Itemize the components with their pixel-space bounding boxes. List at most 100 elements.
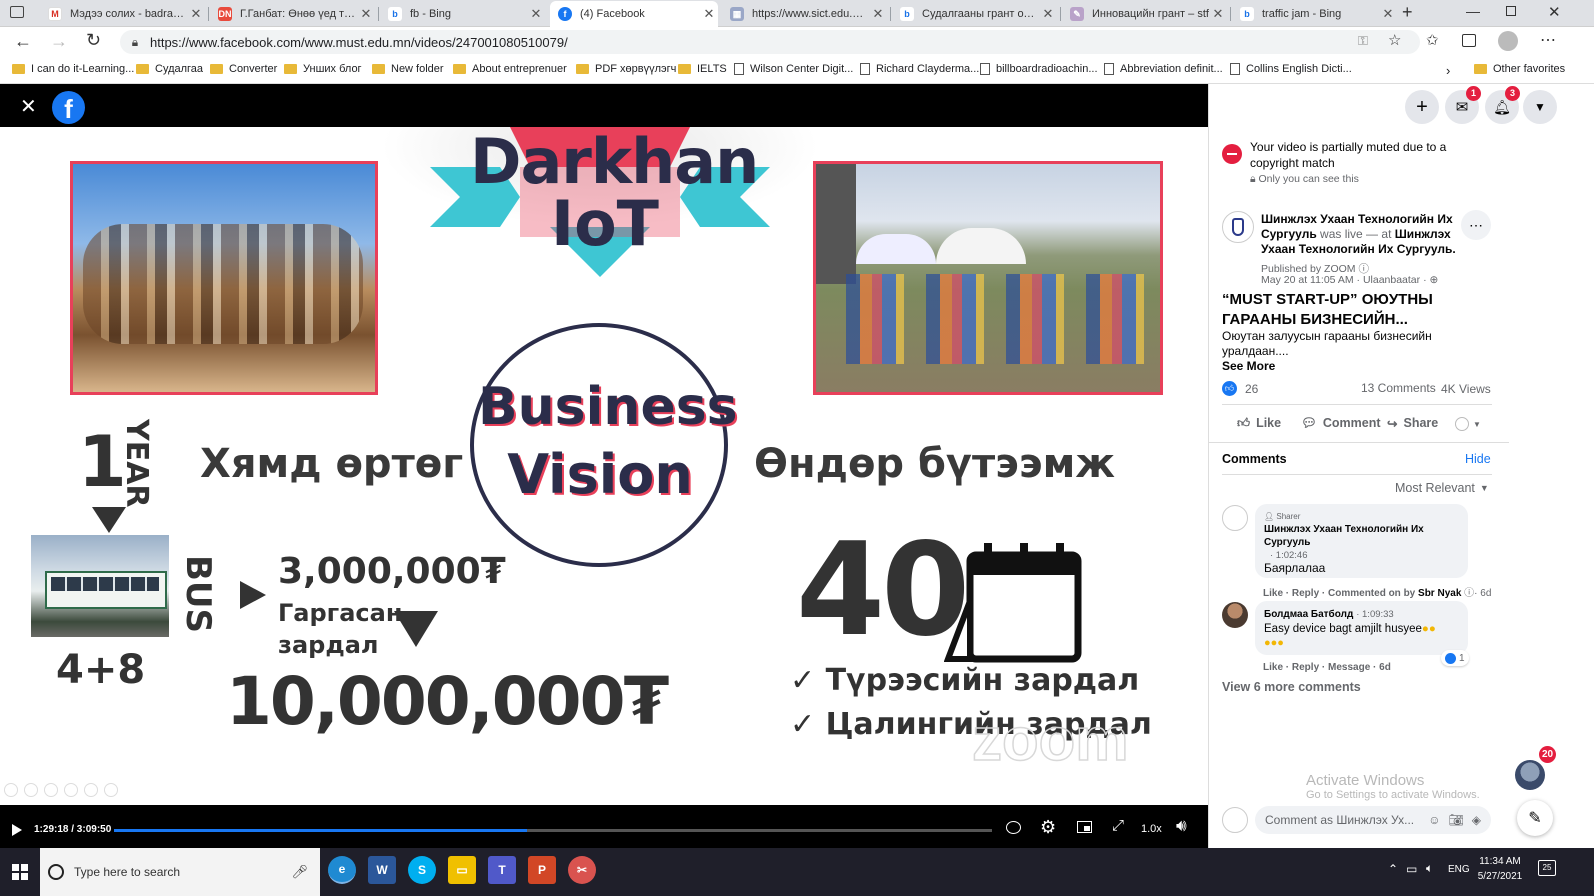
taskbar-search-box[interactable]: Type here to search 🎤︎ xyxy=(40,848,320,896)
fullscreen-icon[interactable]: ⤢ xyxy=(1112,817,1124,834)
tab-gmail[interactable]: M Мэдээ солих - badrakh@ ✕ xyxy=(40,2,205,26)
comment-count[interactable]: 13 Comments xyxy=(1361,381,1436,395)
bookmark-1[interactable]: Судалгаа xyxy=(136,63,203,75)
close-tab-icon[interactable]: ✕ xyxy=(700,6,718,22)
tab-facebook[interactable]: f (4) Facebook ✕ xyxy=(550,1,718,27)
tab-grant[interactable]: b Судалгааны грант олгох ✕ xyxy=(892,2,1057,26)
post-date[interactable]: May 20 at 11:05 AM · Ulaanbaatar · ⊕ xyxy=(1261,274,1438,286)
other-favorites[interactable]: Other favorites xyxy=(1474,63,1565,75)
comment-author[interactable]: Шинжлэх Ухаан Технологийн Их xyxy=(1264,523,1459,536)
bookmark-0[interactable]: I can do it-Learning... xyxy=(12,63,134,75)
captions-icon[interactable] xyxy=(1006,821,1021,834)
comment-actions[interactable]: Like · Reply · Commented on by Sbr Nyak … xyxy=(1263,584,1491,599)
microphone-icon[interactable]: 🎤︎ xyxy=(291,864,308,880)
post-options-icon[interactable]: ⋯ xyxy=(1461,210,1491,240)
close-window-button[interactable]: ✕ xyxy=(1548,3,1561,21)
chevron-right-icon[interactable]: › xyxy=(1446,63,1450,78)
edge-taskbar-icon[interactable]: e xyxy=(328,856,356,884)
play-icon[interactable] xyxy=(12,824,22,836)
share-button[interactable]: ↪ Share xyxy=(1387,416,1438,431)
comment-composer-avatar[interactable] xyxy=(1222,807,1248,833)
new-tab-button[interactable]: + xyxy=(1402,2,1413,23)
commenter-avatar[interactable] xyxy=(1222,505,1248,531)
camera-icon[interactable]: 📷︎ xyxy=(1449,813,1464,827)
share-as-selector[interactable]: ▼ xyxy=(1455,414,1491,434)
url-field[interactable]: 🔒︎ https://www.facebook.com/www.must.edu… xyxy=(120,30,1420,54)
bookmark-7[interactable]: IELTS xyxy=(678,63,727,75)
input-language[interactable]: ENG xyxy=(1448,864,1470,875)
maximize-button[interactable] xyxy=(1506,6,1516,16)
back-icon[interactable]: ← xyxy=(14,31,32,52)
comment-reaction-count[interactable]: 1 xyxy=(1441,650,1469,666)
bookmark-10[interactable]: billboardradioachin... xyxy=(980,63,1098,75)
clock[interactable]: 11:34 AM 5/27/2021 xyxy=(1474,854,1526,884)
bookmark-4[interactable]: New folder xyxy=(372,63,444,75)
facebook-logo[interactable]: f xyxy=(52,91,85,124)
forward-icon[interactable]: → xyxy=(50,31,68,52)
collections-icon[interactable] xyxy=(1462,34,1476,47)
network-icon[interactable]: ▭ xyxy=(1406,862,1417,876)
chat-head-avatar[interactable] xyxy=(1515,760,1545,790)
view-more-comments-link[interactable]: View 6 more comments xyxy=(1222,680,1361,694)
comment-timestamp[interactable]: · 1:09:33 xyxy=(1356,609,1394,620)
profile-avatar[interactable] xyxy=(1498,31,1518,51)
teams-taskbar-icon[interactable]: T xyxy=(488,856,516,884)
close-tab-icon[interactable]: ✕ xyxy=(1039,6,1057,22)
bookmark-2[interactable]: Converter xyxy=(210,63,277,75)
tab-traffic[interactable]: b traffic jam - Bing ✕ xyxy=(1232,2,1397,26)
action-center-icon[interactable]: 25 xyxy=(1538,860,1556,876)
create-button[interactable]: + xyxy=(1405,90,1439,124)
emoji-icon[interactable]: ☺ xyxy=(1428,813,1440,827)
bookmark-9[interactable]: Richard Clayderma... xyxy=(860,63,979,75)
close-tab-icon[interactable]: ✕ xyxy=(1209,6,1227,22)
minimize-button[interactable]: — xyxy=(1466,3,1480,19)
snipping-tool-taskbar-icon[interactable]: ✂ xyxy=(568,856,596,884)
volume-icon[interactable]: 🔊︎ xyxy=(1176,816,1187,836)
bookmark-8[interactable]: Wilson Center Digit... xyxy=(734,63,853,75)
comment-input[interactable]: Comment as Шинжлэх Ух... ☺ 📷︎ ◈ xyxy=(1255,806,1491,834)
tab-news[interactable]: DN Г.Ганбат: Өнөө үед тоонц ✕ xyxy=(210,2,375,26)
lock-icon[interactable]: 🔒︎ xyxy=(120,35,150,50)
bookmark-11[interactable]: Abbreviation definit... xyxy=(1104,63,1223,75)
sticker-icon[interactable]: ◈ xyxy=(1472,813,1481,827)
favorites-icon[interactable]: ✩ xyxy=(1426,31,1439,49)
word-taskbar-icon[interactable]: W xyxy=(368,856,396,884)
more-menu-icon[interactable]: ⋯ xyxy=(1540,30,1556,50)
add-favorite-icon[interactable]: ☆ xyxy=(1388,31,1401,49)
tab-actions-icon[interactable] xyxy=(10,6,24,18)
see-more-link[interactable]: See More xyxy=(1222,359,1432,374)
video-frame-slide[interactable]: Darkhan IoT Business Vision Хямд өртөг Ө… xyxy=(0,127,1208,805)
close-tab-icon[interactable]: ✕ xyxy=(357,6,375,22)
commenter-avatar[interactable] xyxy=(1222,602,1248,628)
tab-sict[interactable]: ▦ https://www.sict.edu.mn/✕ xyxy=(722,2,887,26)
comment-actions[interactable]: Like · Reply · Message · 6d xyxy=(1263,662,1391,673)
like-count[interactable]: 26 xyxy=(1245,382,1258,396)
comment-button[interactable]: 💬︎ Comment xyxy=(1301,416,1381,431)
bookmark-12[interactable]: Collins English Dicti... xyxy=(1230,63,1352,75)
tab-bing-fb[interactable]: b fb - Bing ✕ xyxy=(380,2,545,26)
page-avatar[interactable] xyxy=(1222,211,1254,243)
volume-muted-icon[interactable]: 🔈︎ xyxy=(1426,861,1433,876)
refresh-icon[interactable]: ↻ xyxy=(86,30,101,51)
close-tab-icon[interactable]: ✕ xyxy=(869,6,887,22)
commented-by-name[interactable]: Sbr Nyak xyxy=(1418,588,1461,599)
playback-speed[interactable]: 1.0x xyxy=(1141,823,1162,835)
account-menu-chevron-icon[interactable]: ▼ xyxy=(1523,90,1557,124)
bookmark-3[interactable]: Унших блог xyxy=(284,63,362,75)
close-tab-icon[interactable]: ✕ xyxy=(1379,6,1397,22)
sort-comments-dropdown[interactable]: Most Relevant ▼ xyxy=(1395,481,1489,495)
skype-taskbar-icon[interactable]: S xyxy=(408,856,436,884)
pip-icon[interactable] xyxy=(1077,821,1092,833)
close-tab-icon[interactable]: ✕ xyxy=(527,6,545,22)
comment-author[interactable]: Болдмаа Батболд xyxy=(1264,609,1353,620)
close-tab-icon[interactable]: ✕ xyxy=(187,6,205,22)
key-icon[interactable]: ⚿ xyxy=(1358,33,1368,49)
file-explorer-taskbar-icon[interactable]: ▭ xyxy=(448,856,476,884)
tab-innovation[interactable]: ✎ Инновацийн грант – stf ✕ xyxy=(1062,2,1227,26)
comment-author-line2[interactable]: Сургууль xyxy=(1264,536,1459,549)
hide-comments-link[interactable]: Hide xyxy=(1465,452,1491,466)
tray-chevron-icon[interactable]: ⌃ xyxy=(1388,862,1398,876)
bookmark-5[interactable]: About entreprenuer xyxy=(453,63,567,75)
like-button[interactable]: 👍︎ Like xyxy=(1237,416,1281,431)
like-reaction-icon[interactable]: 👍︎ xyxy=(1222,381,1237,396)
